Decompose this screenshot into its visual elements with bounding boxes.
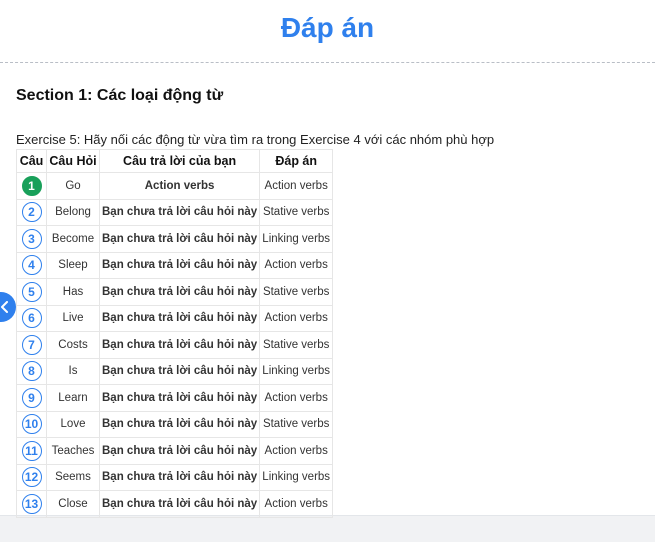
table-row: 7 Costs Bạn chưa trả lời câu hỏi này Stativ…	[16, 331, 334, 359]
answer-key-cell: Stative verbs	[259, 331, 334, 359]
table-row: 2 Belong Bạn chưa trả lời câu hỏi này Stati…	[16, 198, 334, 226]
header-your-answer: Câu trả lời của bạn	[98, 149, 261, 173]
answer-key-cell: Stative verbs	[259, 410, 334, 438]
question-number-cell: 2	[16, 198, 47, 226]
answers-table: Câu Câu Hỏi Câu trả lời của bạn Đáp án 1…	[16, 149, 334, 518]
question-number-cell: 11	[16, 437, 47, 465]
question-number-badge[interactable]: 2	[21, 202, 42, 223]
chevron-left-icon	[1, 301, 8, 313]
page-title: Đáp án	[280, 12, 375, 43]
answer-key-cell: Action verbs	[259, 251, 334, 279]
question-number-cell: 9	[16, 384, 47, 412]
answer-key-cell: Linking verbs	[259, 225, 334, 253]
question-number-cell: 6	[16, 304, 47, 332]
table-row: 12 Seems Bạn chưa trả lời câu hỏi này Linki…	[16, 463, 334, 491]
answer-key-cell: Linking verbs	[259, 463, 334, 491]
question-cell: Is	[46, 357, 100, 385]
question-number-badge[interactable]: 6	[21, 308, 42, 329]
question-cell: Has	[46, 278, 100, 306]
your-answer-cell: Bạn chưa trả lời câu hỏi này	[98, 198, 261, 226]
table-row: 11 Teaches Bạn chưa trả lời câu hỏi này Act…	[16, 437, 334, 465]
answer-key-cell: Action verbs	[259, 304, 334, 332]
question-number-badge[interactable]: 11	[21, 440, 42, 461]
question-cell: Belong	[46, 198, 100, 226]
header-question: Câu Hỏi	[46, 149, 100, 173]
exercise-instruction: Exercise 5: Hãy nối các động từ vừa tìm …	[16, 132, 495, 147]
question-number-cell: 5	[16, 278, 47, 306]
question-number-cell: 12	[16, 463, 47, 491]
your-answer-cell: Bạn chưa trả lời câu hỏi này	[98, 331, 261, 359]
question-number-badge[interactable]: 5	[21, 281, 42, 302]
question-cell: Love	[46, 410, 100, 438]
question-number-badge[interactable]: 8	[21, 361, 42, 382]
answer-key-cell: Action verbs	[259, 384, 334, 412]
question-number-badge[interactable]: 10	[21, 414, 42, 435]
question-number-badge[interactable]: 1	[21, 175, 42, 196]
table-row: 8 Is Bạn chưa trả lời câu hỏi này Linking v…	[16, 357, 334, 385]
question-cell: Close	[46, 490, 100, 518]
question-cell: Become	[46, 225, 100, 253]
answer-card: Đáp án Section 1: Các loại động từ Exerc…	[0, 0, 655, 518]
question-number-badge[interactable]: 4	[21, 255, 42, 276]
divider	[0, 62, 655, 63]
answer-key-cell: Action verbs	[259, 490, 334, 518]
your-answer-cell: Bạn chưa trả lời câu hỏi này	[98, 304, 261, 332]
question-cell: Go	[46, 172, 100, 200]
question-number-badge[interactable]: 13	[21, 493, 42, 514]
answer-key-cell: Linking verbs	[259, 357, 334, 385]
table-row: 6 Live Bạn chưa trả lời câu hỏi này Action …	[16, 304, 334, 332]
question-number-cell: 8	[16, 357, 47, 385]
question-number-cell: 13	[16, 490, 47, 518]
section-title: Section 1: Các loại động từ	[16, 87, 224, 104]
your-answer-cell: Bạn chưa trả lời câu hỏi này	[98, 225, 261, 253]
question-number-cell: 3	[16, 225, 47, 253]
answer-key-cell: Action verbs	[259, 437, 334, 465]
your-answer-cell: Action verbs	[98, 172, 261, 200]
question-number-cell: 4	[16, 251, 47, 279]
table-row: 3 Become Bạn chưa trả lời câu hỏi này Linki…	[16, 225, 334, 253]
table-row: 1 Go Action verbs Action verbs	[16, 172, 334, 200]
table-row: 4 Sleep Bạn chưa trả lời câu hỏi này Action…	[16, 251, 334, 279]
your-answer-cell: Bạn chưa trả lời câu hỏi này	[98, 490, 261, 518]
question-number-cell: 10	[16, 410, 47, 438]
question-cell: Teaches	[46, 437, 100, 465]
answer-key-cell: Action verbs	[259, 172, 334, 200]
table-header-row: Câu Câu Hỏi Câu trả lời của bạn Đáp án	[16, 149, 334, 173]
question-cell: Live	[46, 304, 100, 332]
your-answer-cell: Bạn chưa trả lời câu hỏi này	[98, 384, 261, 412]
your-answer-cell: Bạn chưa trả lời câu hỏi này	[98, 278, 261, 306]
your-answer-cell: Bạn chưa trả lời câu hỏi này	[98, 410, 261, 438]
your-answer-cell: Bạn chưa trả lời câu hỏi này	[98, 463, 261, 491]
question-number-cell: 1	[16, 172, 47, 200]
header-num: Câu	[16, 149, 47, 173]
table-row: 13 Close Bạn chưa trả lời câu hỏi này Actio…	[16, 490, 334, 518]
question-number-badge[interactable]: 7	[21, 334, 42, 355]
table-row: 9 Learn Bạn chưa trả lời câu hỏi này Action…	[16, 384, 334, 412]
question-cell: Costs	[46, 331, 100, 359]
your-answer-cell: Bạn chưa trả lời câu hỏi này	[98, 251, 261, 279]
your-answer-cell: Bạn chưa trả lời câu hỏi này	[98, 437, 261, 465]
table-row: 5 Has Bạn chưa trả lời câu hỏi này Stative …	[16, 278, 334, 306]
answer-key-cell: Stative verbs	[259, 198, 334, 226]
question-number-badge[interactable]: 3	[21, 228, 42, 249]
question-cell: Learn	[46, 384, 100, 412]
question-number-badge[interactable]: 9	[21, 387, 42, 408]
answer-key-cell: Stative verbs	[259, 278, 334, 306]
question-cell: Seems	[46, 463, 100, 491]
question-cell: Sleep	[46, 251, 100, 279]
question-number-badge[interactable]: 12	[21, 467, 42, 488]
your-answer-cell: Bạn chưa trả lời câu hỏi này	[98, 357, 261, 385]
header-answer-key: Đáp án	[259, 149, 334, 173]
table-row: 10 Love Bạn chưa trả lời câu hỏi này Stativ…	[16, 410, 334, 438]
question-number-cell: 7	[16, 331, 47, 359]
